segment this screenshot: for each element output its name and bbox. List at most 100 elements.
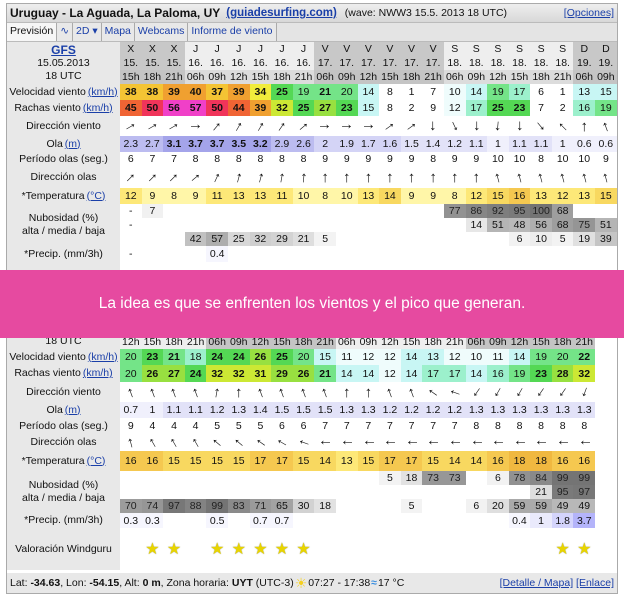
day-cell: V — [335, 42, 358, 56]
wave-height-row-cell: 3.5 — [227, 136, 250, 152]
nub-mid-cell — [401, 485, 423, 499]
sun-icon: ☀ — [294, 574, 308, 591]
precipitation-row-cell: 3.7 — [573, 513, 596, 528]
date-cell: 17. — [400, 56, 423, 70]
wave-direction-arrow-icon: ↑ — [554, 438, 572, 447]
wave-direction-arrow-icon: ↑ — [578, 167, 591, 187]
m-unit-link[interactable]: (m) — [65, 404, 81, 417]
wind-speed-row-cell: 19 — [530, 349, 552, 365]
wind-speed-row: Velocidad viento (km/h) 20 23 21 18 24 24 26 25 20… — [7, 349, 617, 365]
temperature-row-cell: 16 — [141, 451, 164, 471]
kmh-unit-link[interactable]: (km/h) — [88, 86, 118, 99]
wind-direction-row-cell: ↑ — [422, 382, 444, 402]
nub-high-cell — [185, 204, 207, 218]
kmh-unit-link[interactable]: (km/h) — [83, 367, 113, 380]
wave-height-row-cell: 1.1 — [465, 136, 488, 152]
lat-label: Lat: — [10, 577, 28, 589]
nub-high-cell — [228, 204, 250, 218]
wind-direction-arrow-icon: ↑ — [532, 117, 550, 135]
options-link[interactable]: [Opciones] — [564, 7, 614, 19]
detail-map-link[interactable]: [Detalle / Mapa] — [500, 577, 574, 589]
temperature-row-cell: 13 — [357, 188, 380, 204]
temperature-row-cell: 15 — [357, 451, 380, 471]
wave-height-row-cell: 1 — [487, 136, 509, 152]
date-cell: 15. — [120, 56, 142, 70]
wind-speed-row-cell: 21 — [163, 349, 185, 365]
wave-direction-row: Dirección olas ↑ ↑ ↑ ↑ ↑ ↑ ↑ ↑ ↑ ↑ ↑ ↑ ↑ ↑ ↑ ↑ ↑ ↑ ↑ ↑ ↑ ↑ ↑ — [7, 166, 617, 188]
nub-high-cell — [120, 471, 142, 485]
link-link[interactable]: [Enlace] — [576, 577, 614, 589]
m-unit-link[interactable]: (m) — [65, 138, 81, 151]
temperature-row-cell: 15 — [206, 451, 228, 471]
wind-speed-row-cell: 38 — [120, 84, 142, 100]
hour-cell: 15h — [120, 70, 142, 84]
wave-direction-row-cell: ↑ — [487, 434, 509, 451]
wind-direction-row-cell: ↑ — [573, 382, 595, 402]
precipitation-row-cell — [358, 513, 380, 528]
nub-high-cell — [250, 471, 272, 485]
kmh-unit-link[interactable]: (km/h) — [83, 102, 113, 115]
nub-high-cell: 99 — [551, 471, 574, 485]
day-cell: J — [206, 42, 228, 56]
wind-gust-row-cell: 32 — [271, 100, 293, 116]
model-link[interactable]: GFS — [51, 43, 76, 57]
wave-direction-arrow-icon: ↑ — [467, 438, 485, 447]
nub-high-cell: 84 — [530, 471, 552, 485]
wind-gust-row-cell: 57 — [184, 100, 207, 116]
temperature-row-cell: 13 — [249, 188, 272, 204]
wind-gust-row-cell: 32 — [206, 365, 228, 382]
wind-direction-row-cell: ↑ — [401, 382, 423, 402]
tab-graph[interactable]: ∿ — [57, 23, 73, 41]
tab-prevision[interactable]: Previsión — [7, 23, 58, 41]
wind-direction-arrow-icon: ↑ — [493, 117, 503, 135]
wave-period-row-cell: 7 — [171, 153, 177, 165]
temperature-row-cell: 11 — [271, 188, 293, 204]
temperature-row-cell: 9 — [184, 188, 207, 204]
day-cell: J — [227, 42, 250, 56]
wind-direction-row-cell: ↑ — [293, 382, 315, 402]
wind-direction-arrow-icon: ↑ — [212, 382, 223, 402]
undefined: Valoración Windguru — [7, 528, 120, 570]
nub-low-cell — [444, 499, 466, 513]
nub-low-row: 70 74 97 88 99 83 71 65 30 18 5 6 20 59 59 49 49 — [120, 499, 596, 513]
guiadesurfing-link[interactable]: (guiadesurfing.com) — [226, 7, 337, 19]
wind-gust-row-cell: 14 — [400, 365, 423, 382]
wind-gust-row-cell: 8 — [379, 100, 401, 116]
wind-gust-row-cell: 14 — [357, 365, 380, 382]
kmh-unit-link[interactable]: (km/h) — [88, 351, 118, 364]
tab-2d[interactable]: 2D ▾ — [73, 23, 102, 41]
nub-high-cell: 95 — [508, 204, 531, 218]
date-cell: 15. — [163, 56, 185, 70]
hour-cell: 15h — [379, 70, 401, 84]
wind-speed-row-cell: 17 — [508, 84, 531, 100]
wave-period-label: Período olas (seg.) — [19, 419, 108, 432]
precipitation-label: *Precip. (mm/3h) — [24, 247, 103, 260]
wave-period-row-cells: 9 4 4 4 5 5 5 6 6 7 7 7 7 7 7 7 8 8 8 8 8 8 — [120, 418, 595, 433]
tab-mapa[interactable]: Mapa — [101, 23, 135, 41]
wave-direction-arrow-icon: ↑ — [251, 434, 270, 451]
nub-mid-row: -14 51 48 56 68 75 51 — [120, 218, 617, 232]
wave-period-row-cell: 10 — [578, 153, 591, 165]
nub-low-cell: 83 — [227, 499, 250, 513]
wave-direction-row-cell: ↑ — [142, 434, 164, 451]
wave-period-row-cell: 7 — [343, 420, 350, 432]
tab-informe-viento[interactable]: Informe de viento — [188, 23, 277, 41]
undefined: Rachas viento (km/h) — [7, 100, 120, 116]
wave-direction-arrow-icon: ↑ — [122, 168, 140, 186]
temperature-row-cell: 14 — [314, 451, 336, 471]
wind-direction-arrow-icon: ↑ — [318, 382, 332, 402]
wave-period-row-cell: 8 — [430, 153, 437, 165]
nub-high-cell: 5 — [379, 471, 401, 485]
star-icon: ★ — [253, 541, 268, 558]
wind-speed-row-cell: 14 — [357, 84, 380, 100]
wind-gust-row-cell: 9 — [422, 100, 444, 116]
celsius-unit-link[interactable]: (°C) — [87, 190, 106, 203]
nub-high-cell — [336, 204, 358, 218]
tab-webcams[interactable]: Webcams — [134, 23, 189, 41]
precipitation-row-cell: 0.7 — [249, 513, 272, 528]
celsius-unit-link[interactable]: (°C) — [87, 455, 106, 468]
wave-direction-arrow-icon: ↑ — [492, 167, 504, 187]
temperature-label: *Temperatura — [21, 454, 85, 467]
wave-height-row-cell: 1.4 — [249, 402, 272, 418]
wave-height-row-cells: 0.7 1 1.1 1.1 1.2 1.3 1.4 1.5 1.5 1.5 1.3 1.3 1.2 1.2… — [120, 402, 596, 418]
